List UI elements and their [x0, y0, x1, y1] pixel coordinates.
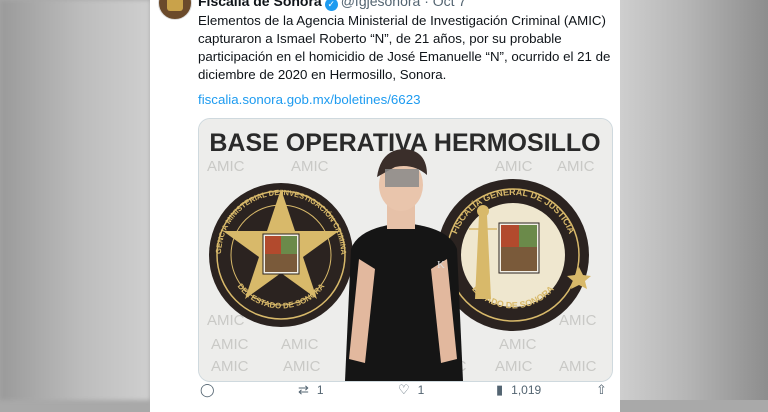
wall-text-2: AMIC [291, 158, 329, 175]
wall-text-4: AMIC [557, 158, 595, 175]
verified-badge-icon: ✓ [324, 0, 338, 11]
tweet-link[interactable]: fiscalia.sonora.gob.mx/boletines/6623 [198, 91, 421, 109]
views-count: 1,019 [511, 383, 542, 397]
tweet-photo[interactable]: AMIC AMIC AMIC AMIC AMIC AMIC AMIC AMIC … [198, 118, 613, 382]
views-button[interactable]: ▮ 1,019 [496, 382, 541, 398]
author-name[interactable]: Fiscalía de Sonora [198, 0, 322, 9]
wall-text-1: AMIC [207, 158, 245, 175]
tweet-text: Elementos de la Agencia Ministerial de I… [198, 13, 611, 82]
avatar-emblem-icon [167, 0, 183, 11]
share-button[interactable]: ⇧ [596, 382, 615, 398]
wall-text-14: AMIC [495, 358, 533, 375]
wall-text-15: AMIC [559, 358, 597, 375]
wall-text-11: AMIC [211, 358, 249, 375]
share-icon: ⇧ [596, 382, 607, 397]
tweet-date[interactable]: Oct 7 [433, 0, 466, 9]
shirt-logo: K [437, 259, 445, 271]
retweet-icon: ⇄ [298, 382, 309, 397]
avatar[interactable] [158, 0, 192, 20]
wall-text-7: AMIC [559, 312, 597, 329]
like-count: 1 [417, 383, 425, 397]
background-right [618, 0, 768, 400]
wall-text-10: AMIC [499, 336, 537, 353]
background-left [0, 0, 150, 400]
tweet-actions: ◯ ⇄ 1 ♡ 1 ▮ 1,019 ⇧ [198, 382, 613, 402]
author-handle[interactable]: @fgjesonora [341, 0, 421, 9]
reply-button[interactable]: ◯ [200, 382, 223, 398]
separator-dot: · [424, 0, 429, 9]
like-button[interactable]: ♡ 1 [398, 382, 424, 398]
bar-chart-icon: ▮ [496, 382, 504, 397]
reply-icon: ◯ [200, 382, 215, 397]
tweet-header: Fiscalía de Sonora ✓ @fgjesonora · Oct 7 [198, 0, 466, 11]
wall-text-12: AMIC [283, 358, 321, 375]
heart-icon: ♡ [398, 382, 410, 397]
wall-text-9: AMIC [281, 336, 319, 353]
retweet-count: 1 [316, 383, 324, 397]
wall-text-3: AMIC [495, 158, 533, 175]
tweet-card: Fiscalía de Sonora ✓ @fgjesonora · Oct 7 E… [150, 0, 620, 412]
retweet-button[interactable]: ⇄ 1 [298, 382, 324, 398]
wall-text-8: AMIC [211, 336, 249, 353]
wall-text-5: AMIC [207, 312, 245, 329]
